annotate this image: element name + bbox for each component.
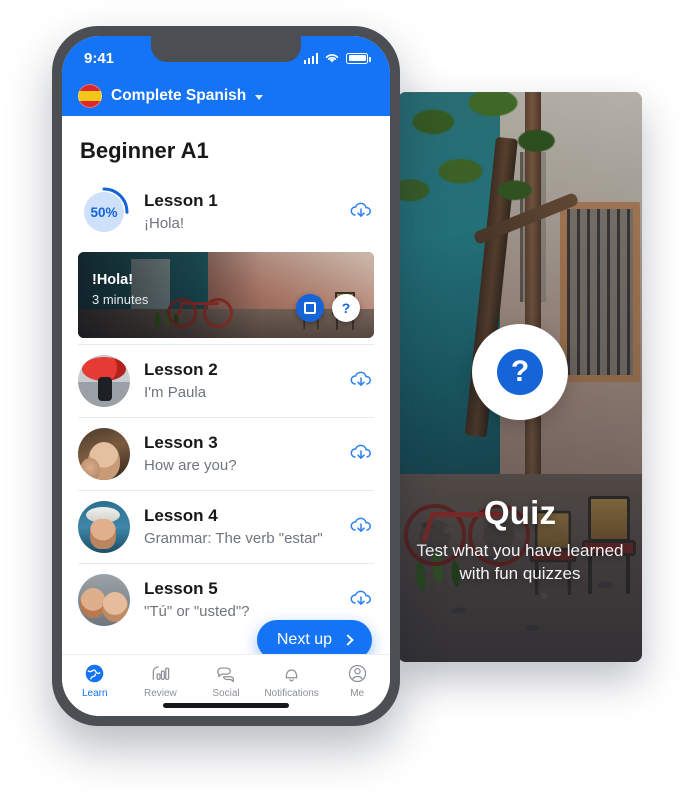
bar-chart-icon	[149, 662, 171, 684]
lesson-avatar	[78, 501, 130, 553]
quiz-promo-card[interactable]: ? Quiz Test what you have learned with f…	[398, 92, 642, 662]
chat-bubbles-icon	[215, 662, 237, 684]
media-card-duration: 3 minutes	[92, 292, 149, 307]
phone-screen: 9:41 Complete Spanish Beginner A1 50% Le…	[62, 36, 390, 716]
bell-icon	[281, 662, 303, 684]
phone-mockup: 9:41 Complete Spanish Beginner A1 50% Le…	[52, 26, 400, 726]
lesson-title: Lesson 3	[144, 433, 218, 453]
lesson-texts: Lesson 2 I'm Paula	[144, 359, 334, 403]
lesson-subtitle: How are you?	[144, 456, 237, 474]
home-indicator	[163, 703, 289, 708]
cloud-download-icon[interactable]	[348, 514, 374, 540]
next-up-label: Next up	[276, 631, 332, 648]
lesson-subtitle: I'm Paula	[144, 383, 207, 401]
status-time: 9:41	[84, 49, 115, 67]
signal-icon	[303, 52, 318, 64]
lesson-texts: Lesson 1 ¡Hola!	[144, 190, 334, 234]
app-bar[interactable]: Complete Spanish	[62, 76, 390, 116]
media-card-quiz-symbol: ?	[341, 300, 351, 316]
tab-me[interactable]: Me	[324, 662, 390, 699]
progress-ring: 50%	[78, 186, 130, 238]
tab-review[interactable]: Review	[128, 662, 194, 699]
page-title: Beginner A1	[80, 138, 209, 163]
tab-label: Me	[350, 688, 365, 699]
tab-label: Social	[212, 688, 240, 699]
lesson-texts: Lesson 3 How are you?	[144, 432, 334, 476]
quiz-subtitle-line-1: Test what you have learned	[416, 541, 624, 560]
lesson-title: Lesson 1	[144, 191, 218, 211]
tab-label: Review	[143, 688, 177, 699]
cloud-download-icon[interactable]	[348, 587, 374, 613]
wifi-icon	[325, 54, 339, 63]
lesson-avatar	[78, 428, 130, 480]
question-mark-icon[interactable]: ?	[332, 294, 360, 322]
lesson-subtitle: "Tú" or "usted"?	[144, 602, 250, 620]
lesson-title: Lesson 5	[144, 579, 218, 599]
cloud-download-icon[interactable]	[348, 199, 374, 225]
lesson-card-icon[interactable]	[296, 294, 324, 322]
battery-icon	[346, 52, 371, 64]
quiz-subtitle-line-2: with fun quizzes	[459, 563, 581, 583]
lesson-avatar	[78, 355, 130, 407]
person-icon	[346, 662, 368, 684]
lesson-row-3[interactable]: Lesson 3 How are you?	[62, 418, 390, 490]
quiz-subtitle: Test what you have learned with fun quiz…	[404, 540, 636, 586]
lesson-row-2[interactable]: Lesson 2 I'm Paula	[62, 345, 390, 417]
chevron-right-icon	[342, 634, 354, 646]
lesson-title: Lesson 4	[144, 506, 218, 526]
question-mark-icon: ?	[497, 349, 543, 395]
quiz-title: Quiz	[483, 494, 557, 531]
lesson-subtitle: Grammar: The verb "estar"	[144, 529, 323, 547]
scene: ? Quiz Test what you have learned with f…	[0, 0, 682, 800]
status-bar: 9:41	[62, 36, 390, 76]
lesson-texts: Lesson 5 "Tú" or "usted"?	[144, 578, 334, 622]
media-card-actions: ?	[296, 294, 360, 322]
lesson-avatar	[78, 574, 130, 626]
phone-notch	[151, 36, 301, 62]
quiz-badge: ?	[472, 324, 568, 420]
tab-label: Learn	[82, 688, 108, 699]
media-card-title: !Hola!	[92, 272, 134, 288]
media-card-texts: !Hola! 3 minutes	[92, 272, 148, 307]
chevron-down-icon[interactable]	[255, 95, 264, 100]
lesson-row-4[interactable]: Lesson 4 Grammar: The verb "estar"	[62, 491, 390, 563]
quiz-text-block: Quiz Test what you have learned with fun…	[398, 494, 642, 586]
cloud-download-icon[interactable]	[348, 368, 374, 394]
spain-flag-icon	[78, 84, 102, 108]
cloud-download-icon[interactable]	[348, 441, 374, 467]
tab-label: Notifications	[264, 688, 319, 699]
lesson-row-1[interactable]: 50% Lesson 1 ¡Hola!	[62, 176, 390, 248]
lesson-texts: Lesson 4 Grammar: The verb "estar"	[144, 505, 334, 549]
lesson-subtitle: ¡Hola!	[144, 214, 185, 232]
tab-notifications[interactable]: Notifications	[259, 662, 325, 699]
lesson-media-card[interactable]: !Hola! 3 minutes ?	[78, 252, 374, 338]
app-title: Complete Spanish	[111, 87, 247, 104]
lesson-list-content: Beginner A1 50% Lesson 1 ¡Hola! !Hola! 3…	[62, 116, 390, 716]
tab-learn[interactable]: Learn	[62, 662, 128, 699]
globe-icon	[84, 662, 106, 684]
tab-social[interactable]: Social	[193, 662, 259, 699]
lesson-title: Lesson 2	[144, 360, 218, 380]
progress-percent-label: 50%	[90, 204, 118, 220]
status-icons	[303, 52, 371, 64]
